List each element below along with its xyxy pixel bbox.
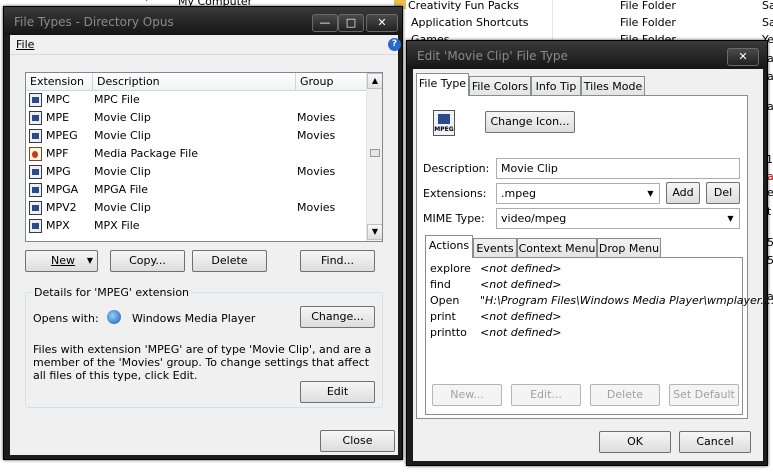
file-types-titlebar[interactable]: File Types - Directory Opus — □ ✕	[4, 7, 402, 35]
subtab-drop-menu[interactable]: Drop Menu	[597, 238, 661, 258]
film-icon	[438, 114, 450, 124]
close-button[interactable]: Close	[320, 430, 395, 452]
table-row[interactable]: MPX MPX File	[26, 217, 367, 235]
copy-button[interactable]: Copy...	[110, 250, 185, 272]
video-file-icon	[29, 111, 42, 125]
list-item[interactable]: Creativity Fun Packs	[394, 0, 519, 12]
table-row[interactable]: MPC MPC File	[26, 91, 367, 109]
dropdown-arrow-icon[interactable]: ▼	[723, 210, 738, 227]
ok-button[interactable]: OK	[599, 431, 671, 453]
extensions-list[interactable]: Extension Description Group MPC MPC File…	[25, 72, 383, 242]
list-header: Extension Description Group	[26, 73, 367, 91]
new-button[interactable]: New ▼	[25, 250, 98, 272]
cancel-button[interactable]: Cancel	[679, 431, 751, 453]
change-icon-button[interactable]: Change Icon...	[485, 111, 575, 133]
file-types-window: File Types - Directory Opus — □ ✕ File ?…	[3, 6, 403, 460]
table-row[interactable]: MPEG Movie Clip Movies	[26, 127, 367, 145]
add-button[interactable]: Add	[666, 182, 700, 204]
table-row[interactable]: MPG Movie Clip Movies	[26, 163, 367, 181]
media-player-icon	[107, 310, 121, 324]
menu-file[interactable]: File	[16, 38, 34, 51]
video-file-icon	[29, 219, 42, 233]
help-icon[interactable]: ?	[388, 38, 401, 51]
table-row[interactable]: MPF Media Package File	[26, 145, 367, 163]
column-extension[interactable]: Extension	[26, 73, 93, 91]
change-button[interactable]: Change...	[300, 306, 375, 328]
mpeg-file-icon: MPEG	[433, 110, 455, 136]
file-types-client: File ? Extension Description Group MPC M…	[10, 35, 401, 455]
maximize-button[interactable]: □	[338, 14, 364, 32]
scroll-up-arrow-icon[interactable]: ▲	[367, 73, 382, 89]
actions-panel: explore <not defined> find <not defined>…	[425, 257, 773, 415]
close-dialog-button[interactable]: ✕	[727, 48, 759, 66]
mime-type-combo[interactable]: video/mpeg ▼	[496, 208, 740, 229]
table-row[interactable]: MPGA MPGA File	[26, 181, 367, 199]
column-group[interactable]: Group	[296, 73, 367, 91]
details-description: Files with extension 'MPEG' are of type …	[33, 343, 372, 382]
icon-label: MPEG	[434, 126, 454, 133]
action-new-button[interactable]: New...	[432, 384, 502, 406]
column-description[interactable]: Description	[93, 73, 296, 91]
action-edit-button[interactable]: Edit...	[511, 384, 581, 406]
description-field[interactable]: Movie Clip	[496, 158, 740, 179]
window-title: File Types - Directory Opus	[14, 15, 174, 29]
details-title: Details for 'MPEG' extension	[32, 286, 192, 299]
tab-file-colors[interactable]: File Colors	[469, 76, 531, 96]
tab-info-tip[interactable]: Info Tip	[531, 76, 581, 96]
mime-type-label: MIME Type:	[423, 212, 485, 225]
details-groupbox: Details for 'MPEG' extension Opens with:…	[25, 286, 383, 408]
video-file-icon	[29, 93, 42, 107]
edit-button[interactable]: Edit	[300, 381, 375, 403]
action-set-default-button[interactable]: Set Default	[669, 384, 739, 406]
package-file-icon	[29, 147, 42, 161]
edit-file-type-dialog: Edit 'Movie Clip' File Type ✕ File Type …	[406, 40, 773, 466]
file-type-panel: MPEG Change Icon... Description: Movie C…	[416, 95, 773, 419]
tree-expand-icon[interactable]: +	[143, 0, 151, 4]
scroll-thumb[interactable]	[370, 149, 380, 157]
find-button[interactable]: Find...	[300, 250, 375, 272]
video-file-icon	[29, 201, 42, 215]
subtab-events[interactable]: Events	[473, 238, 517, 258]
del-button[interactable]: Del	[706, 182, 740, 204]
minimize-button[interactable]: —	[312, 14, 338, 32]
delete-button[interactable]: Delete	[192, 250, 267, 272]
tab-file-type[interactable]: File Type	[416, 73, 469, 96]
extensions-label: Extensions:	[423, 187, 487, 200]
subtab-actions[interactable]: Actions	[425, 235, 473, 258]
edit-dialog-titlebar[interactable]: Edit 'Movie Clip' File Type ✕	[407, 41, 767, 69]
table-row[interactable]: MPV2 Movie Clip Movies	[26, 199, 367, 217]
list-scrollbar[interactable]: ▲ ▼	[366, 73, 382, 241]
subtab-context-menu[interactable]: Context Menu	[517, 238, 597, 258]
extensions-combo[interactable]: .mpeg ▼	[496, 183, 660, 204]
video-file-icon	[29, 165, 42, 179]
opens-with-label: Opens with:	[33, 312, 99, 325]
video-file-icon	[29, 183, 42, 197]
opens-with-value: Windows Media Player	[132, 312, 256, 325]
action-delete-button[interactable]: Delete	[590, 384, 660, 406]
menu-bar: File ?	[10, 35, 401, 55]
list-item[interactable]: Application Shortcuts	[411, 16, 529, 29]
video-file-icon	[29, 129, 42, 143]
dialog-title: Edit 'Movie Clip' File Type	[417, 49, 568, 63]
tab-tiles-mode[interactable]: Tiles Mode	[581, 76, 645, 96]
description-label: Description:	[423, 162, 490, 175]
dropdown-arrow-icon[interactable]: ▼	[643, 185, 658, 202]
dropdown-arrow-icon: ▼	[86, 256, 93, 265]
close-window-button[interactable]: ✕	[366, 14, 398, 32]
edit-dialog-client: File Type File Colors Info Tip Tiles Mod…	[413, 69, 773, 461]
scroll-down-arrow-icon[interactable]: ▼	[367, 224, 382, 240]
table-row[interactable]: MPE Movie Clip Movies	[26, 109, 367, 127]
